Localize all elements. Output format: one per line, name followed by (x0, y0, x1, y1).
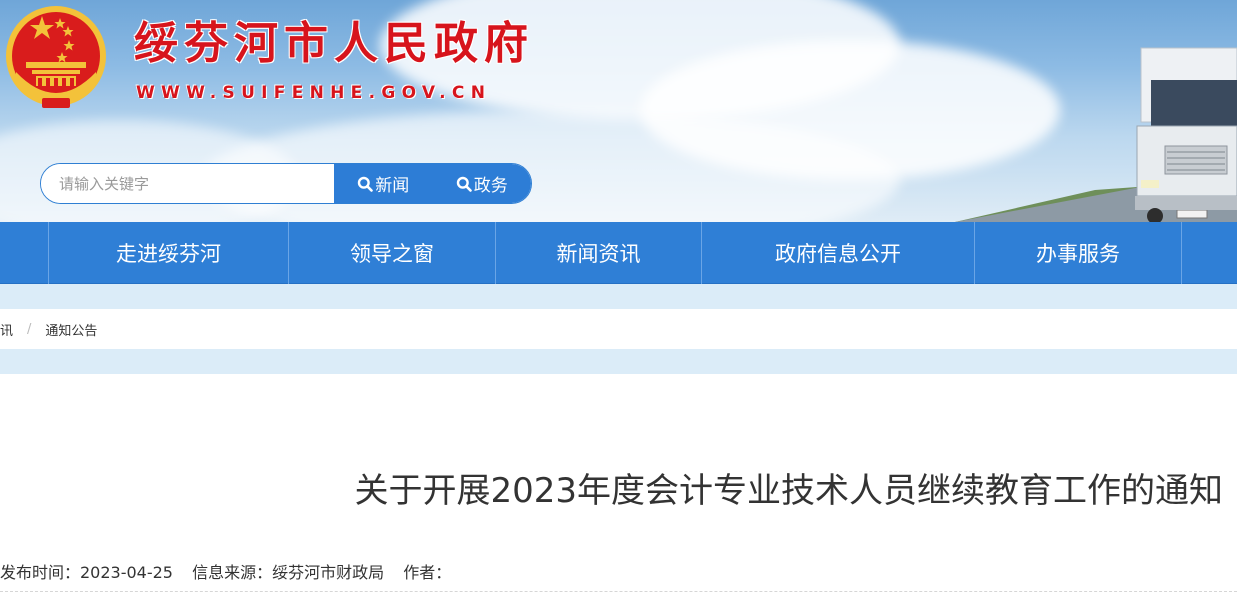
search-news-label: 新闻 (375, 176, 410, 196)
article-meta: 发布时间：2023-04-25 信息来源：绥芬河市财政局 作者： (0, 561, 465, 585)
info-source: 信息来源：绥芬河市财政局 (192, 563, 385, 582)
site-url[interactable]: WWW.SUIFENHE.GOV.CN (136, 82, 491, 104)
search-icon (358, 176, 374, 192)
nav-item-services[interactable]: 办事服务 (975, 222, 1181, 284)
nav-item-about-suifenhe[interactable]: 走进绥芬河 (49, 222, 288, 284)
search-news-button[interactable]: 新闻 (334, 164, 433, 203)
nav-item-news[interactable]: 新闻资讯 (496, 222, 701, 284)
main-nav: 走进绥芬河 领导之窗 新闻资讯 政府信息公开 办事服务 (0, 222, 1237, 284)
truck-image (955, 47, 1237, 222)
search-gov-label: 政务 (473, 176, 508, 196)
article-title: 关于开展2023年度会计专业技术人员继续教育工作的通知 (354, 471, 1223, 511)
breadcrumb-separator: / (27, 321, 32, 337)
breadcrumb: 讯 / 通知公告 (0, 309, 1237, 349)
search-bar: 新闻 政务 (40, 163, 532, 204)
nav-divider (1181, 222, 1182, 284)
search-icon (456, 176, 472, 192)
nav-item-gov-info[interactable]: 政府信息公开 (702, 222, 974, 284)
author: 作者： (403, 563, 452, 582)
meta-divider (0, 591, 1237, 592)
page: 绥芬河市人民政府 WWW.SUIFENHE.GOV.CN 请输入关键字 新闻 政… (0, 0, 1237, 606)
breadcrumb-item[interactable]: 讯 (0, 320, 13, 339)
nav-item-leadership[interactable]: 领导之窗 (289, 222, 495, 284)
header-banner: 绥芬河市人民政府 WWW.SUIFENHE.GOV.CN 请输入关键字 新闻 政… (0, 0, 1237, 222)
publish-time: 发布时间：2023-04-25 (0, 563, 173, 582)
breadcrumb-item-current[interactable]: 通知公告 (45, 320, 97, 339)
national-emblem-icon[interactable] (2, 2, 110, 114)
search-gov-button[interactable]: 政务 (432, 164, 531, 203)
search-input[interactable] (41, 164, 334, 203)
site-title[interactable]: 绥芬河市人民政府 (134, 16, 534, 72)
